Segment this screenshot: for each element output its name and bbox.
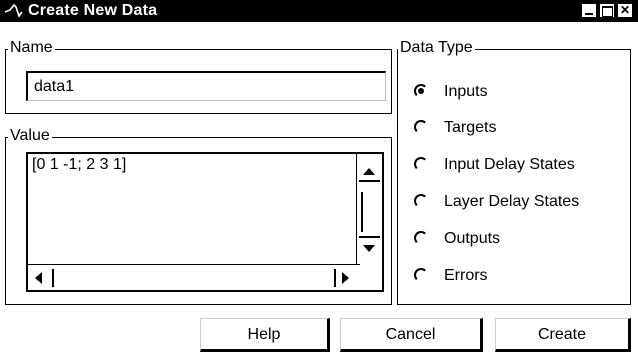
vertical-scrollbar[interactable] (356, 154, 382, 264)
value-group: Value [0 1 -1; 2 3 1] (5, 126, 392, 305)
radio-unselected-icon (414, 157, 428, 171)
value-textarea[interactable]: [0 1 -1; 2 3 1] (26, 152, 384, 292)
radio-targets[interactable]: Targets (412, 116, 627, 140)
radio-unselected-icon (414, 231, 428, 245)
radio-unselected-icon (414, 120, 428, 134)
radio-layer-delay-states[interactable]: Layer Delay States (412, 190, 627, 214)
cancel-button[interactable]: Cancel (340, 318, 483, 352)
scroll-left-arrow-icon[interactable] (32, 269, 54, 287)
maximize-icon[interactable] (599, 3, 615, 18)
radio-label-inputs: Inputs (444, 83, 488, 100)
value-legend: Value (8, 126, 52, 146)
close-icon[interactable]: ✕ (617, 3, 633, 18)
name-field[interactable]: data1 (26, 71, 386, 101)
radio-outputs[interactable]: Outputs (412, 227, 627, 251)
radio-unselected-icon (414, 268, 428, 282)
radio-unselected-icon (414, 194, 428, 208)
radio-label-errors: Errors (444, 267, 488, 284)
create-button[interactable]: Create (495, 318, 631, 352)
help-button[interactable]: Help (200, 318, 330, 352)
radio-label-outputs: Outputs (444, 230, 501, 247)
radio-label-input-delay-states: Input Delay States (444, 156, 575, 173)
radio-errors[interactable]: Errors (412, 264, 627, 288)
radio-input-delay-states[interactable]: Input Delay States (412, 153, 627, 177)
radio-selected-icon (414, 84, 428, 98)
scroll-down-arrow-icon[interactable] (359, 236, 380, 260)
matlab-logo-icon (3, 2, 25, 20)
name-group: Name data1 (5, 38, 392, 114)
scroll-up-arrow-icon[interactable] (359, 160, 380, 182)
minimize-icon[interactable] (581, 3, 597, 18)
radio-label-layer-delay-states: Layer Delay States (444, 193, 580, 210)
title-bar[interactable]: Create New Data ✕ (0, 0, 638, 22)
scroll-right-arrow-icon[interactable] (334, 269, 356, 287)
value-text: [0 1 -1; 2 3 1] (32, 156, 127, 173)
data-type-legend: Data Type (398, 38, 475, 58)
create-new-data-dialog: Create New Data ✕ Name data1 Value [0 1 … (0, 0, 638, 364)
radio-inputs[interactable]: Inputs (412, 80, 627, 104)
horizontal-scrollbar[interactable] (28, 264, 360, 290)
window-title: Create New Data (28, 2, 158, 19)
radio-label-targets: Targets (444, 119, 497, 136)
data-type-group: Data Type Inputs Targets Input Delay Sta… (397, 38, 631, 305)
scrollbar-corner (356, 264, 382, 290)
name-legend: Name (8, 38, 55, 58)
scrollbar-track[interactable] (361, 192, 363, 232)
